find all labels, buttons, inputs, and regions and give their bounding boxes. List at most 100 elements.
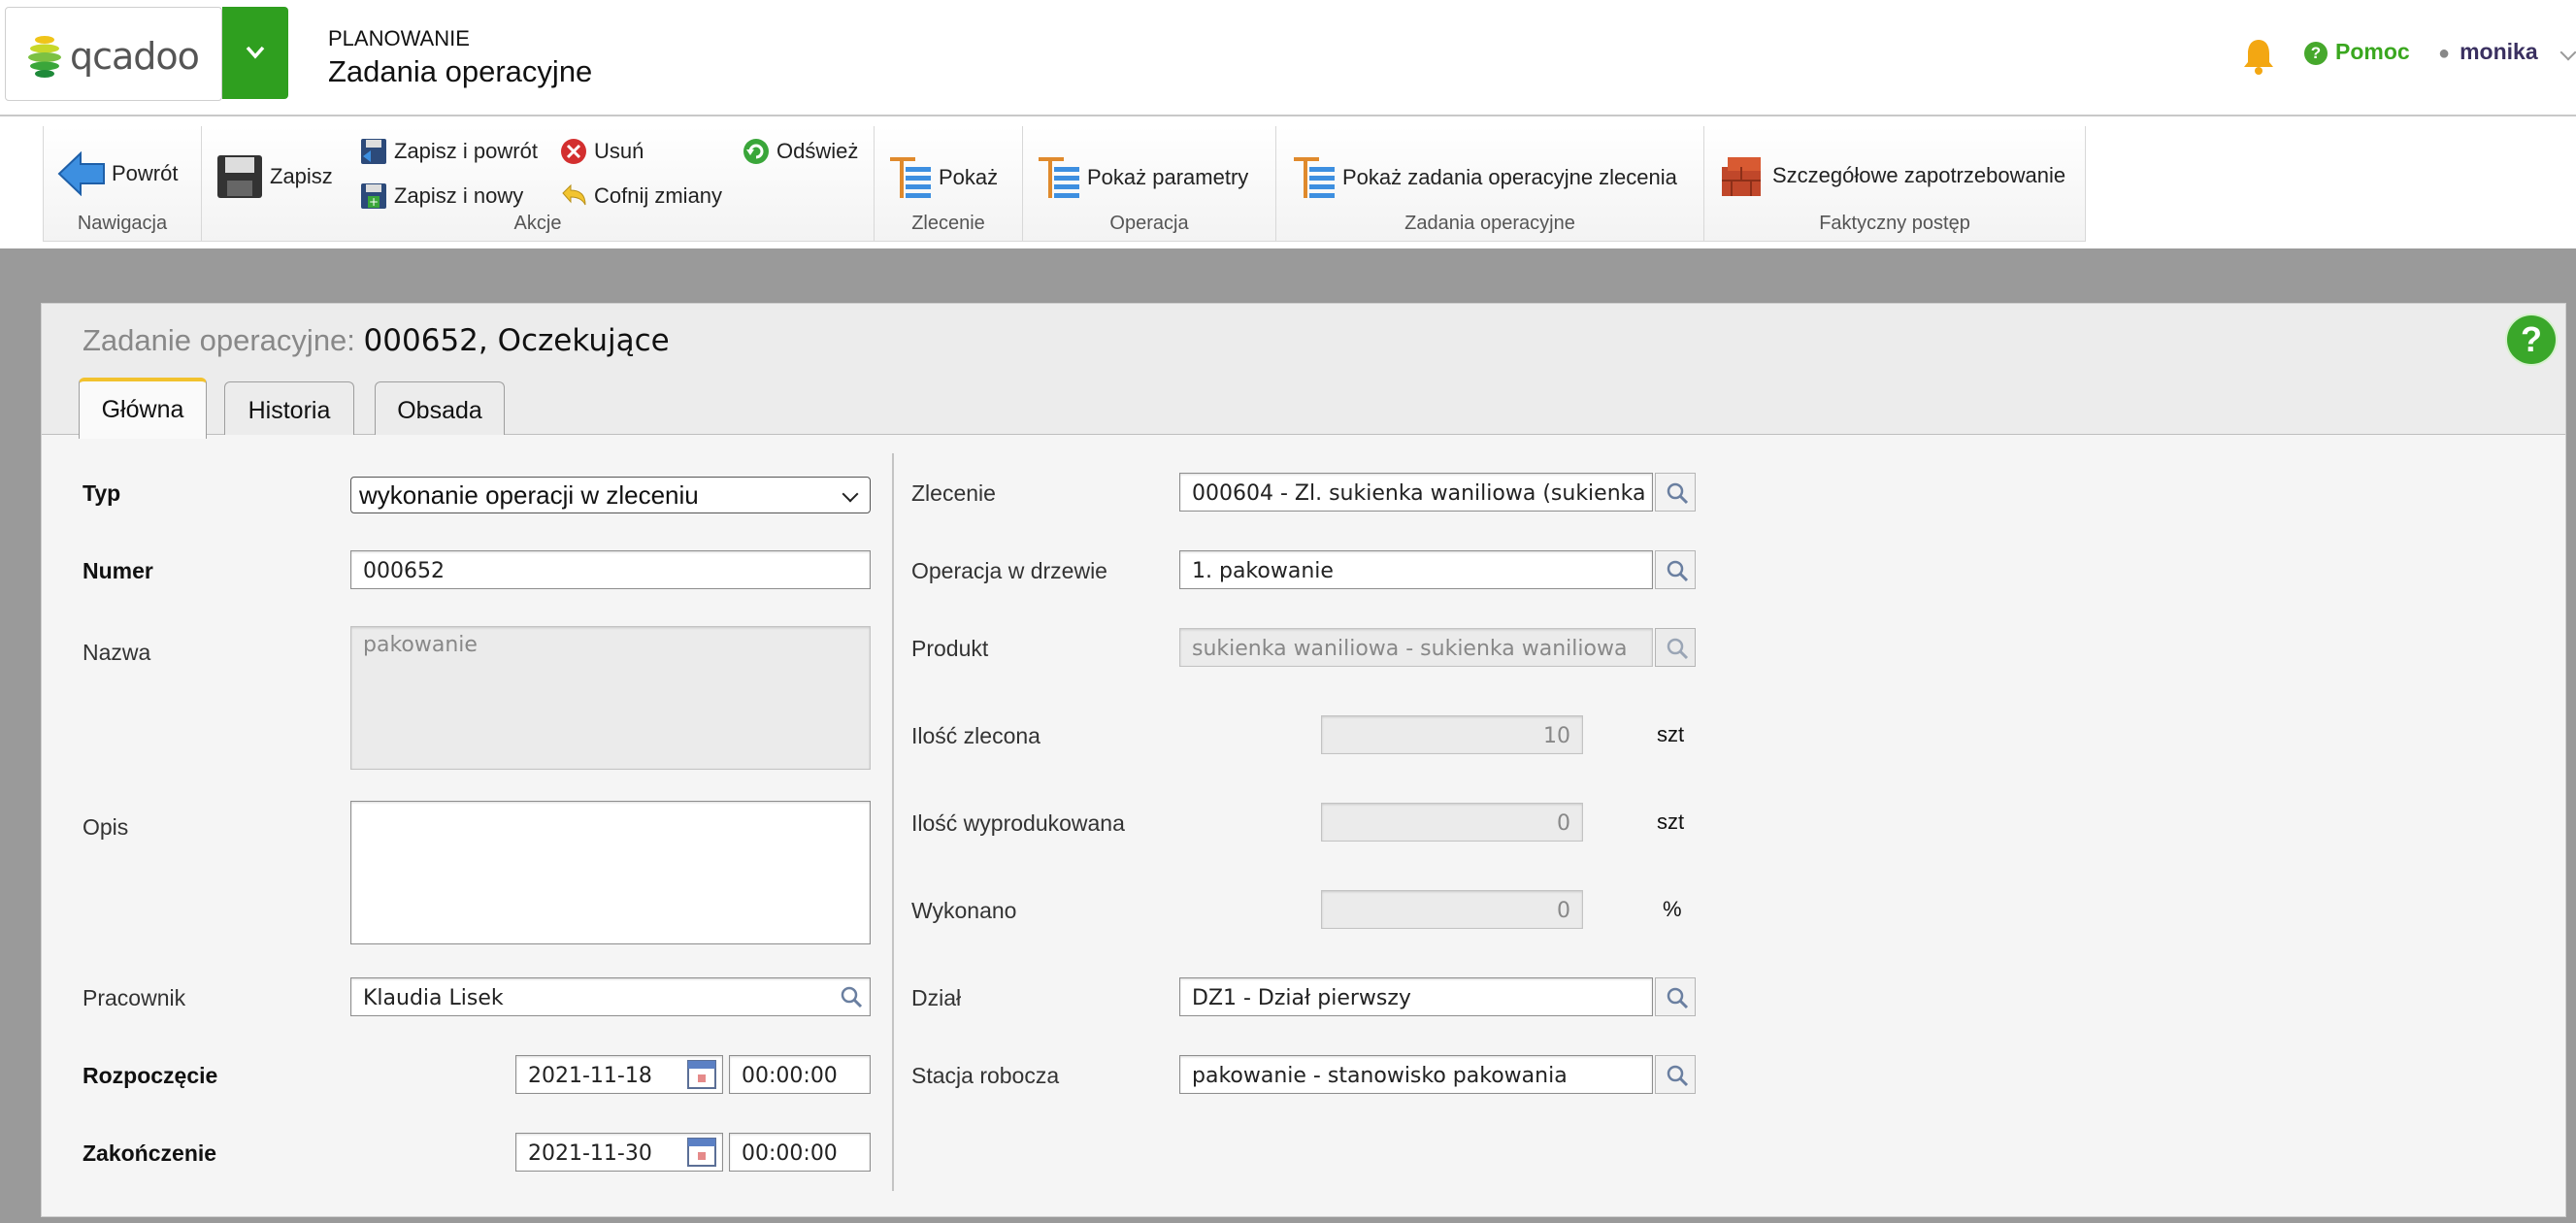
start-label: Rozpoczęcie xyxy=(83,1063,218,1088)
save-and-new-button[interactable]: + Zapisz i nowy xyxy=(359,182,523,211)
logo[interactable]: qcadoo xyxy=(5,7,222,101)
list-icon xyxy=(1039,157,1079,198)
page-title: Zadania operacyjne xyxy=(328,54,593,88)
ribbon-group-operation: Pokaż parametry Operacja xyxy=(1022,126,1276,242)
ribbon-group-operational-tasks: Pokaż zadania operacyjne zlecenia Zadani… xyxy=(1275,126,1704,242)
product-input: sukienka waniliowa - sukienka waniliowa xyxy=(1179,628,1653,667)
show-parameters-button[interactable]: Pokaż parametry xyxy=(1037,155,1248,200)
workstation-lookup-button[interactable] xyxy=(1655,1055,1696,1094)
ordered-quantity-input: 10 xyxy=(1321,715,1583,754)
worker-input[interactable]: Klaudia Lisek xyxy=(350,977,871,1016)
ribbon-group-order: Pokaż Zlecenie xyxy=(874,126,1023,242)
department-input[interactable]: DZ1 - Dział pierwszy xyxy=(1179,977,1653,1016)
department-lookup-button[interactable] xyxy=(1655,977,1696,1016)
form-header: Zadanie operacyjne: 000652, Oczekujące ?… xyxy=(42,304,2565,439)
show-order-button[interactable]: Pokaż xyxy=(888,155,998,200)
bricks-icon xyxy=(1722,157,1761,196)
column-divider xyxy=(892,453,894,1191)
end-label: Zakończenie xyxy=(83,1140,217,1166)
ordered-quantity-label: Ilość zlecona xyxy=(911,723,1040,748)
workstation-label: Stacja robocza xyxy=(911,1063,1060,1088)
completed-label: Wykonano xyxy=(911,898,1017,923)
user-icon: ● xyxy=(2438,43,2451,64)
ribbon-group-navigation: Powrót Nawigacja xyxy=(43,126,202,242)
chevron-down-icon xyxy=(246,46,265,59)
ribbon-group-actions: Zapisz Zapisz i powrót + Zapisz i nowy U… xyxy=(201,126,875,242)
back-button[interactable]: Powrót xyxy=(57,151,178,196)
save-and-back-icon xyxy=(361,139,386,164)
help-icon: ? xyxy=(2304,42,2328,65)
notification-bell-icon[interactable] xyxy=(2242,37,2275,76)
user-menu[interactable]: ● monika xyxy=(2438,39,2538,65)
svg-text:+: + xyxy=(369,195,379,209)
undo-button[interactable]: Cofnij zmiany xyxy=(559,182,722,211)
ribbon-group-label: Zlecenie xyxy=(911,213,985,234)
refresh-button[interactable]: Odśwież xyxy=(742,137,858,166)
tab-glowna[interactable]: Główna xyxy=(79,378,207,439)
main-menu-toggle[interactable] xyxy=(222,7,288,99)
order-lookup-button[interactable] xyxy=(1655,473,1696,512)
worker-lookup-button[interactable] xyxy=(830,977,871,1016)
ribbon-toolbar: Powrót Nawigacja Zapisz Zapisz i powrót … xyxy=(0,116,2576,248)
calendar-icon[interactable] xyxy=(682,1133,721,1172)
description-textarea[interactable] xyxy=(350,801,871,944)
delete-icon xyxy=(561,139,586,164)
module-name: PLANOWANIE xyxy=(328,26,470,50)
operation-label: Operacja w drzewie xyxy=(911,558,1107,583)
top-bar: qcadoo PLANOWANIE Zadania operacyjne ? Po… xyxy=(0,0,2576,116)
tab-obsada[interactable]: Obsada xyxy=(375,381,505,435)
search-icon xyxy=(1667,638,1689,660)
chevron-down-icon[interactable] xyxy=(2559,44,2576,61)
undo-icon xyxy=(562,183,586,206)
worker-label: Pracownik xyxy=(83,985,186,1010)
order-input[interactable]: 000604 - Zl. sukienka waniliowa (sukienk… xyxy=(1179,473,1653,512)
ribbon-group-label: Akcje xyxy=(513,213,562,234)
workstation-input[interactable]: pakowanie - stanowisko pakowania xyxy=(1179,1055,1653,1094)
search-icon xyxy=(1667,560,1689,582)
form-title: Zadanie operacyjne: 000652, Oczekujące xyxy=(83,323,670,358)
list-icon xyxy=(1294,157,1335,198)
help-link[interactable]: ? Pomoc xyxy=(2304,39,2410,65)
refresh-icon xyxy=(743,139,769,164)
save-and-new-icon: + xyxy=(361,183,386,209)
search-icon xyxy=(841,986,863,1008)
operation-lookup-button[interactable] xyxy=(1655,550,1696,589)
search-icon xyxy=(1667,482,1689,505)
product-label: Produkt xyxy=(911,636,989,661)
end-time-input[interactable]: 00:00:00 xyxy=(729,1133,871,1172)
form-help-icon[interactable]: ? xyxy=(2507,315,2556,364)
produced-quantity-label: Ilość wyprodukowana xyxy=(911,810,1125,836)
ribbon-group-label: Faktyczny postęp xyxy=(1819,213,1970,234)
operation-input[interactable]: 1. pakowanie xyxy=(1179,550,1653,589)
list-icon xyxy=(890,157,931,198)
help-label: Pomoc xyxy=(2335,39,2410,64)
start-time-input[interactable]: 00:00:00 xyxy=(729,1055,871,1094)
save-button[interactable]: Zapisz xyxy=(215,153,333,200)
tab-historia[interactable]: Historia xyxy=(224,381,354,435)
search-icon xyxy=(1667,987,1689,1009)
order-label: Zlecenie xyxy=(911,480,996,506)
save-and-back-button[interactable]: Zapisz i powrót xyxy=(359,137,538,166)
number-label: Numer xyxy=(83,558,153,583)
show-order-tasks-button[interactable]: Pokaż zadania operacyjne zlecenia xyxy=(1292,155,1677,200)
back-arrow-icon xyxy=(57,151,105,196)
ribbon-group-label: Zadania operacyjne xyxy=(1404,213,1575,234)
type-select[interactable]: wykonanie operacji w zleceniu xyxy=(350,477,871,513)
ribbon-group-actual-progress: Szczegółowe zapotrzebowanie Faktyczny po… xyxy=(1703,126,2086,242)
number-input[interactable]: 000652 xyxy=(350,550,871,589)
type-label: Typ xyxy=(83,480,121,506)
description-label: Opis xyxy=(83,814,129,840)
detailed-demand-button[interactable]: Szczegółowe zapotrzebowanie xyxy=(1718,153,2065,198)
ribbon-group-label: Nawigacja xyxy=(77,213,168,234)
delete-button[interactable]: Usuń xyxy=(559,137,644,166)
search-icon xyxy=(1667,1065,1689,1087)
name-label: Nazwa xyxy=(83,640,151,665)
calendar-icon[interactable] xyxy=(682,1055,721,1094)
qcadoo-logo-icon xyxy=(28,36,61,78)
task-number-status: 000652, Oczekujące xyxy=(363,323,670,358)
ribbon-group-label: Operacja xyxy=(1109,213,1189,234)
user-name: monika xyxy=(2460,39,2538,64)
produced-quantity-unit: szt xyxy=(1657,810,1685,834)
completed-input: 0 xyxy=(1321,890,1583,929)
ordered-quantity-unit: szt xyxy=(1657,722,1685,746)
